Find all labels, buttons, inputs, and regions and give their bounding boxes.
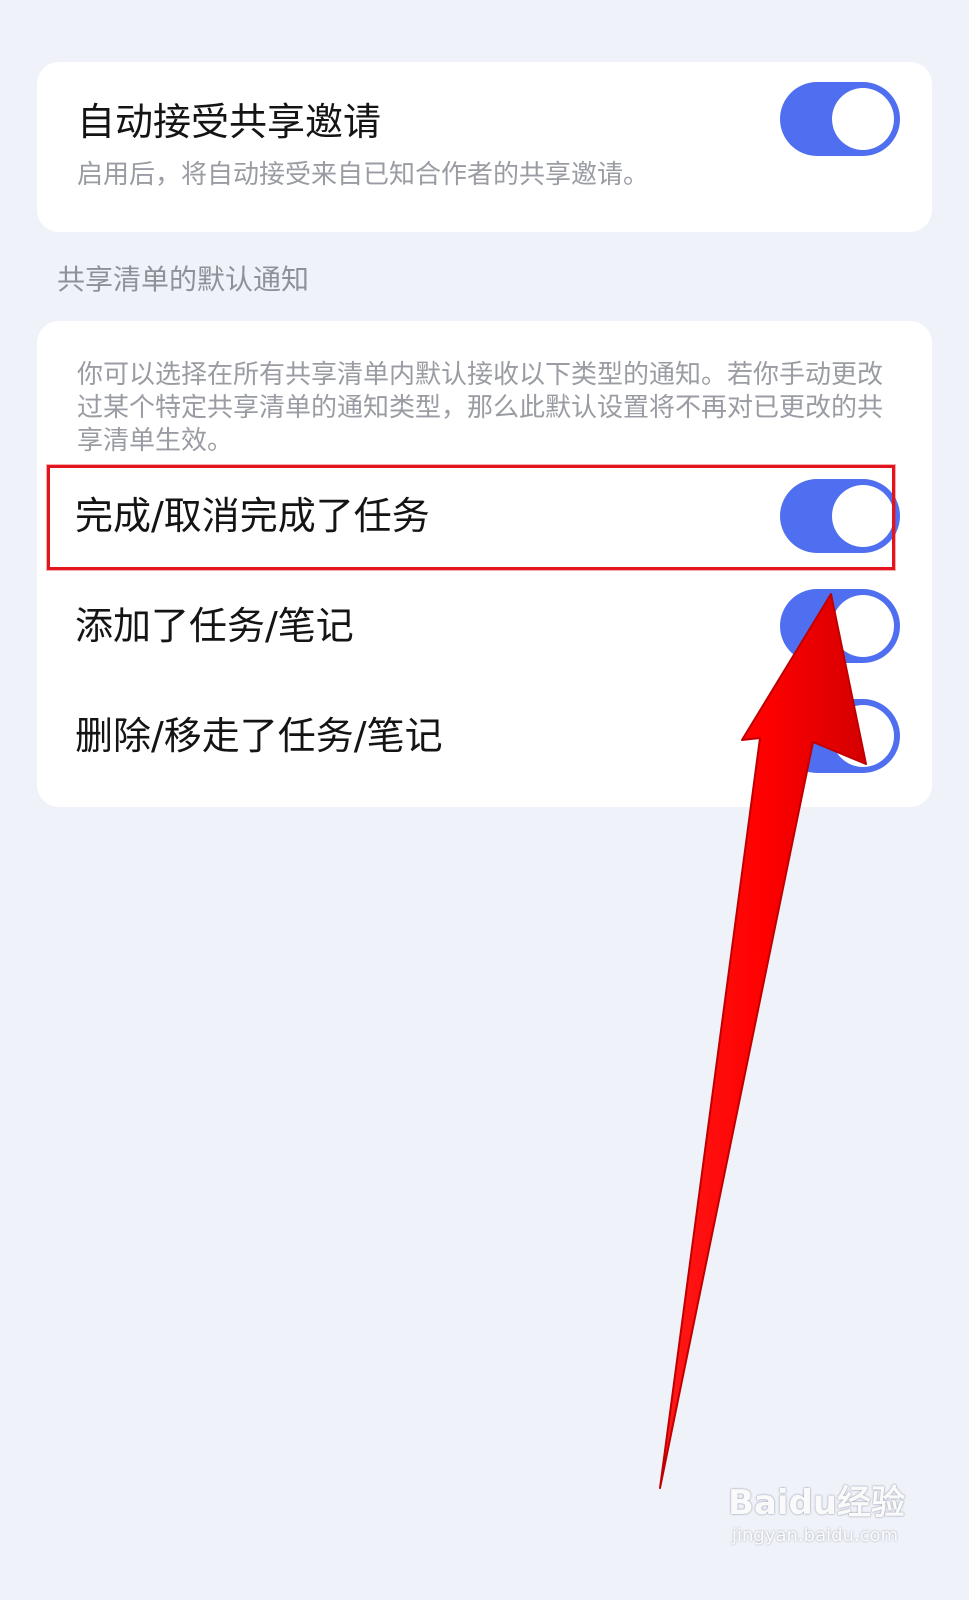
watermark-url: jingyan.baidu.com <box>732 1525 899 1546</box>
watermark-logo: Baidu经验 <box>728 1483 906 1523</box>
auto-accept-card: 自动接受共享邀请 启用后，将自动接受来自已知合作者的共享邀请。 <box>37 62 932 232</box>
add-task-toggle[interactable] <box>780 589 900 663</box>
baidu-watermark: Baidu经验 jingyan.baidu.com <box>728 1465 948 1565</box>
complete-task-toggle[interactable] <box>780 479 900 553</box>
toggle-knob <box>832 595 894 657</box>
delete-task-toggle[interactable] <box>780 699 900 773</box>
auto-accept-title: 自动接受共享邀请 <box>77 100 382 144</box>
section-label-default-notifications: 共享清单的默认通知 <box>57 263 310 296</box>
auto-accept-description: 启用后，将自动接受来自已知合作者的共享邀请。 <box>77 160 650 190</box>
toggle-knob <box>832 705 894 767</box>
notification-label: 添加了任务/笔记 <box>75 604 354 648</box>
notification-row-complete-task[interactable]: 完成/取消完成了任务 <box>37 466 932 566</box>
notification-label: 完成/取消完成了任务 <box>75 494 430 538</box>
auto-accept-toggle[interactable] <box>780 82 900 156</box>
notification-row-add-task[interactable]: 添加了任务/笔记 <box>37 576 932 676</box>
toggle-knob <box>832 88 894 150</box>
toggle-knob <box>832 485 894 547</box>
notifications-description: 你可以选择在所有共享清单内默认接收以下类型的通知。若你手动更改过某个特定共享清单… <box>77 360 884 456</box>
notification-label: 删除/移走了任务/笔记 <box>75 714 443 758</box>
notifications-card: 你可以选择在所有共享清单内默认接收以下类型的通知。若你手动更改过某个特定共享清单… <box>37 321 932 807</box>
notification-row-delete-task[interactable]: 删除/移走了任务/笔记 <box>37 686 932 786</box>
